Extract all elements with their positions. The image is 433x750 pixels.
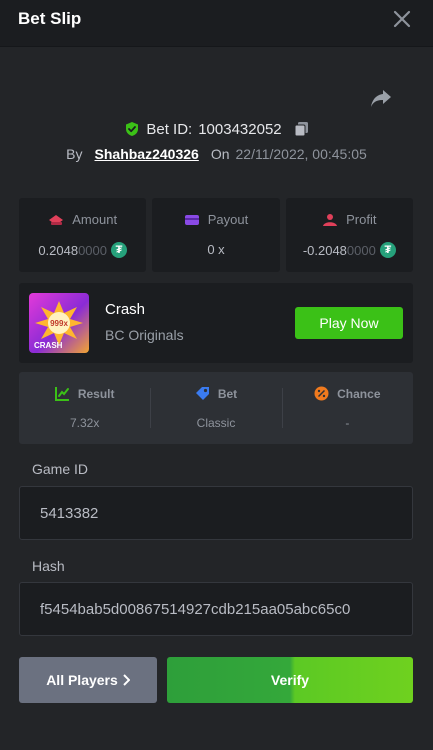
tether-icon: ₮ [111, 242, 127, 258]
result-chart-icon [54, 387, 69, 401]
tether-icon: ₮ [379, 242, 396, 258]
game-thumbnail[interactable]: 999x CRASH [29, 293, 89, 353]
username-link[interactable]: Shahbaz240326 [95, 146, 199, 162]
bet-type-value: Classic [196, 416, 236, 430]
percent-icon [314, 386, 329, 401]
on-label: On [210, 146, 230, 162]
game-id-field[interactable]: 5413382 [19, 486, 413, 540]
chance-cell: Chance - [281, 372, 413, 444]
bet-id-label: Bet ID: [146, 120, 193, 138]
chance-value: - [345, 416, 350, 430]
bet-results: Result 7.32x Bet Classic Chance - [19, 372, 413, 444]
payout-card: Payout 0 x [152, 198, 280, 272]
game-card: 999x CRASH Crash BC Originals Play Now [19, 283, 413, 363]
verify-button[interactable]: Verify [167, 657, 413, 703]
all-players-button[interactable]: All Players [19, 657, 157, 703]
hash-field[interactable]: f5454bab5d00867514927cdb215aa05abc65c0 [19, 582, 413, 636]
result-label: Result [77, 386, 115, 401]
amount-icon [49, 214, 64, 225]
chance-label: Chance [337, 386, 381, 401]
game-provider: BC Originals [105, 327, 184, 343]
profit-value: -0.20480000 [302, 242, 376, 258]
game-name: Crash [105, 301, 146, 318]
result-value: 7.32x [69, 416, 100, 430]
bet-id-value: 1003432052 [198, 120, 282, 138]
amount-card: Amount 0.20480000 ₮ [19, 198, 147, 272]
payout-label: Payout [207, 212, 249, 227]
close-icon[interactable] [391, 8, 413, 30]
bet-datetime: 22/11/2022, 00:45:05 [235, 146, 367, 162]
game-id-label: Game ID [32, 461, 89, 477]
bet-id-row: Bet ID: 1003432052 [0, 118, 433, 140]
profit-label: Profit [346, 212, 377, 227]
bet-type-cell: Bet Classic [150, 372, 281, 444]
bet-tag-icon [195, 387, 209, 400]
svg-text:CRASH: CRASH [34, 341, 63, 350]
header: Bet Slip [0, 0, 433, 47]
by-label: By [66, 146, 83, 162]
amount-label: Amount [72, 212, 118, 227]
bet-type-label: Bet [217, 386, 238, 401]
svg-text:999x: 999x [50, 319, 68, 328]
profit-icon [323, 213, 338, 226]
amount-value: 0.20480000 [38, 242, 107, 258]
crash-thumbnail-art: 999x CRASH [34, 301, 83, 350]
verified-shield-icon [126, 122, 139, 136]
copy-icon[interactable] [294, 121, 309, 137]
payout-icon [184, 214, 199, 225]
hash-label: Hash [32, 558, 65, 574]
chevron-right-icon [123, 674, 130, 686]
bet-author-row: By Shahbaz240326 On 22/11/2022, 00:45:05 [0, 144, 433, 164]
all-players-label: All Players [46, 672, 118, 688]
play-now-button[interactable]: Play Now [295, 307, 403, 339]
bet-stats: Amount 0.20480000 ₮ Payout 0 x Profit -0… [19, 198, 413, 272]
share-icon[interactable] [370, 88, 392, 108]
profit-card: Profit -0.20480000 ₮ [285, 198, 413, 272]
payout-value: 0 x [207, 242, 225, 257]
result-cell: Result 7.32x [19, 372, 150, 444]
page-title: Bet Slip [18, 9, 82, 28]
